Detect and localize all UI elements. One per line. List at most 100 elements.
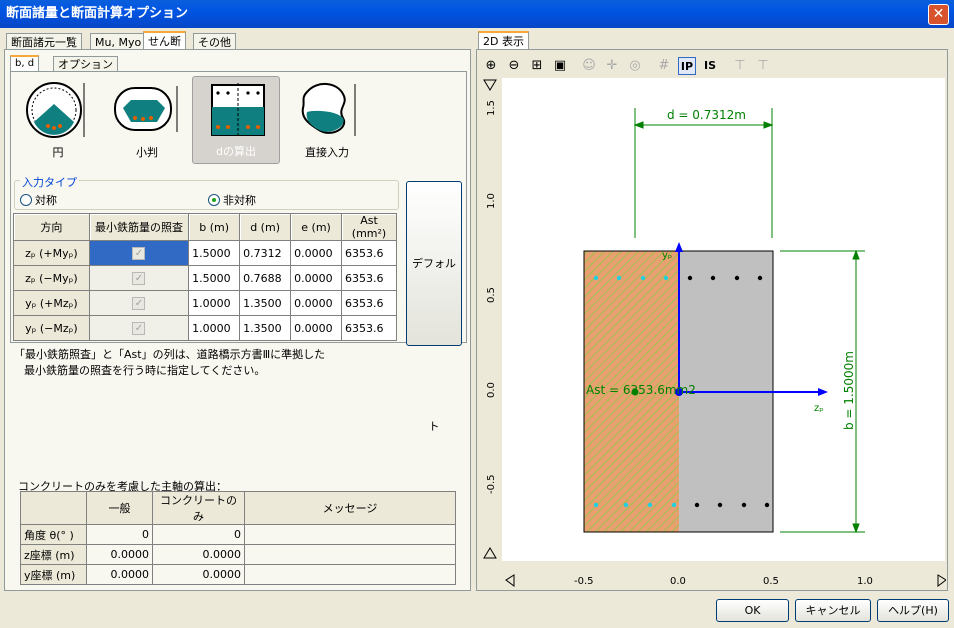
support2-icon[interactable]: ⊤ bbox=[754, 57, 772, 75]
default-button[interactable]: デフォルト bbox=[406, 181, 462, 433]
axis-row-label: 角度 θ(° ) bbox=[20, 524, 87, 545]
cell-ast[interactable]: 6353.6 bbox=[341, 315, 397, 341]
table-row: z座標 (m) 0.0000 0.0000 bbox=[20, 544, 456, 565]
cell-b[interactable]: 1.0000 bbox=[188, 290, 241, 316]
shape-direct-input-button[interactable]: 直接入力 bbox=[283, 76, 371, 164]
cell-ast[interactable]: 6353.6 bbox=[341, 265, 397, 291]
zoom-in-icon[interactable]: ⊕ bbox=[482, 57, 500, 75]
cell-d[interactable]: 0.7312 bbox=[239, 240, 292, 266]
min-rebar-check-cell[interactable]: ✓ bbox=[88, 290, 190, 316]
checkmark-icon[interactable]: ✓ bbox=[132, 247, 146, 260]
row-direction: yₚ (−Mzₚ) bbox=[13, 315, 90, 341]
section-plot: 1.5 1.0 0.5 0.0 -0.5 -0.5 0.0 0.5 1.0 d … bbox=[483, 78, 946, 587]
scroll-down-icon[interactable] bbox=[483, 547, 497, 559]
axis-cell-general: 0.0000 bbox=[86, 564, 153, 585]
frame-icon[interactable]: ▣ bbox=[551, 57, 569, 75]
shape-oval-button[interactable]: 小判 bbox=[103, 76, 191, 164]
z-axis-label: zₚ bbox=[814, 403, 824, 414]
radio-symmetric-label: 対称 bbox=[35, 194, 57, 207]
grid-icon[interactable]: # bbox=[655, 57, 673, 75]
tab-shear[interactable]: せん断 bbox=[143, 31, 186, 51]
x-tick-label: 0.5 bbox=[763, 576, 779, 587]
input-type-label: 入力タイプ bbox=[20, 174, 79, 190]
axis-table: 一般 コンクリートのみ メッセージ 角度 θ(° ) 0 0 z座標 (m) 0… bbox=[20, 491, 456, 585]
table-row: 角度 θ(° ) 0 0 bbox=[20, 524, 456, 545]
cell-d[interactable]: 0.7688 bbox=[239, 265, 292, 291]
y-tick-label: 0.0 bbox=[486, 382, 497, 398]
cell-b[interactable]: 1.0000 bbox=[188, 315, 241, 341]
move-icon[interactable]: ✛ bbox=[603, 57, 621, 75]
help-button[interactable]: ヘルプ(H) bbox=[877, 599, 949, 622]
rect-section-icon bbox=[211, 83, 265, 137]
scroll-right-icon[interactable] bbox=[937, 574, 946, 587]
oval-section-icon bbox=[114, 86, 178, 132]
support-icon[interactable]: ⊤ bbox=[731, 57, 749, 75]
subtab-option[interactable]: オプション bbox=[53, 56, 118, 72]
cancel-button[interactable]: キャンセル bbox=[795, 599, 871, 622]
ok-button[interactable]: OK bbox=[716, 599, 789, 622]
min-rebar-check-cell[interactable]: ✓ bbox=[88, 240, 190, 266]
y-tick-label: 0.5 bbox=[486, 287, 497, 303]
cell-d[interactable]: 1.3500 bbox=[239, 290, 292, 316]
freeform-section-icon bbox=[301, 83, 356, 136]
radio-symmetric[interactable]: 対称 bbox=[20, 192, 57, 208]
col-header-direction: 方向 bbox=[13, 213, 90, 241]
rotate-icon[interactable]: ◎ bbox=[626, 57, 644, 75]
x-tick-label: 1.0 bbox=[857, 576, 873, 587]
axis-cell-message bbox=[244, 564, 456, 585]
x-tick-label: -0.5 bbox=[574, 576, 594, 587]
axis-cell-concrete: 0.0000 bbox=[152, 564, 245, 585]
shape-circle-label: 円 bbox=[52, 146, 64, 159]
is-icon[interactable]: IS bbox=[701, 57, 719, 75]
shape-direct-input-label: 直接入力 bbox=[305, 146, 349, 159]
checkmark-icon[interactable]: ✓ bbox=[132, 297, 146, 310]
tab-2d-view[interactable]: 2D 表示 bbox=[478, 31, 529, 51]
axis-cell-general: 0 bbox=[86, 524, 153, 545]
row-direction: yₚ (+Mzₚ) bbox=[13, 290, 90, 316]
col-header-e: e (m) bbox=[290, 213, 343, 241]
y-ruler: 1.5 1.0 0.5 0.0 -0.5 bbox=[486, 100, 497, 494]
shape-circle-button[interactable]: 円 bbox=[14, 76, 102, 164]
radio-asymmetric[interactable]: 非対称 bbox=[208, 192, 256, 208]
b-label: b = 1.5000m bbox=[842, 351, 856, 430]
cell-ast[interactable]: 6353.6 bbox=[341, 240, 397, 266]
cell-b[interactable]: 1.5000 bbox=[188, 240, 241, 266]
checkmark-icon[interactable]: ✓ bbox=[132, 322, 146, 335]
title-bar: 断面諸量と断面計算オプション bbox=[0, 0, 954, 28]
cell-e[interactable]: 0.0000 bbox=[290, 240, 343, 266]
note-line-1: 「最小鉄筋照査」と「Ast」の列は、道路橋示方書Ⅲに準拠した bbox=[14, 348, 326, 361]
axis-cell-general: 0.0000 bbox=[86, 544, 153, 565]
table-row: y座標 (m) 0.0000 0.0000 bbox=[20, 564, 456, 585]
radio-asymmetric-label: 非対称 bbox=[223, 194, 256, 207]
shape-d-calc-button[interactable]: dの算出 bbox=[192, 76, 280, 164]
close-button[interactable]: ✕ bbox=[928, 4, 949, 25]
zoom-out-icon[interactable]: ⊖ bbox=[505, 57, 523, 75]
d-label: d = 0.7312m bbox=[667, 108, 746, 122]
axis-col-concrete: コンクリートのみ bbox=[152, 491, 245, 525]
axis-cell-message bbox=[244, 524, 456, 545]
fit-icon[interactable]: ⊞ bbox=[528, 57, 546, 75]
scroll-left-icon[interactable] bbox=[505, 574, 515, 587]
cell-e[interactable]: 0.0000 bbox=[290, 290, 343, 316]
col-header-min-rebar: 最小鉄筋量の照査 bbox=[88, 213, 190, 241]
axis-col-blank bbox=[20, 491, 87, 525]
ip-icon[interactable]: IP bbox=[678, 57, 696, 75]
cell-d[interactable]: 1.3500 bbox=[239, 315, 292, 341]
checkmark-icon[interactable]: ✓ bbox=[132, 272, 146, 285]
min-rebar-check-cell[interactable]: ✓ bbox=[88, 315, 190, 341]
radio-symmetric-circle[interactable] bbox=[20, 194, 32, 206]
cell-ast[interactable]: 6353.6 bbox=[341, 290, 397, 316]
scroll-up-icon[interactable] bbox=[483, 79, 497, 91]
table-row: zₚ (+Myₚ) ✓ 1.5000 0.7312 0.0000 6353.6 bbox=[13, 240, 397, 266]
subtab-bd[interactable]: b, d bbox=[10, 55, 40, 72]
radio-asymmetric-circle[interactable] bbox=[208, 194, 220, 206]
col-header-d: d (m) bbox=[239, 213, 292, 241]
cell-b[interactable]: 1.5000 bbox=[188, 265, 241, 291]
y-tick-label: -0.5 bbox=[486, 474, 497, 494]
cell-e[interactable]: 0.0000 bbox=[290, 265, 343, 291]
cell-e[interactable]: 0.0000 bbox=[290, 315, 343, 341]
min-rebar-check-cell[interactable]: ✓ bbox=[88, 265, 190, 291]
col-header-ast: Ast (mm²) bbox=[341, 213, 397, 241]
pan-face-icon[interactable]: ☺ bbox=[580, 57, 598, 75]
window-title: 断面諸量と断面計算オプション bbox=[6, 6, 189, 21]
